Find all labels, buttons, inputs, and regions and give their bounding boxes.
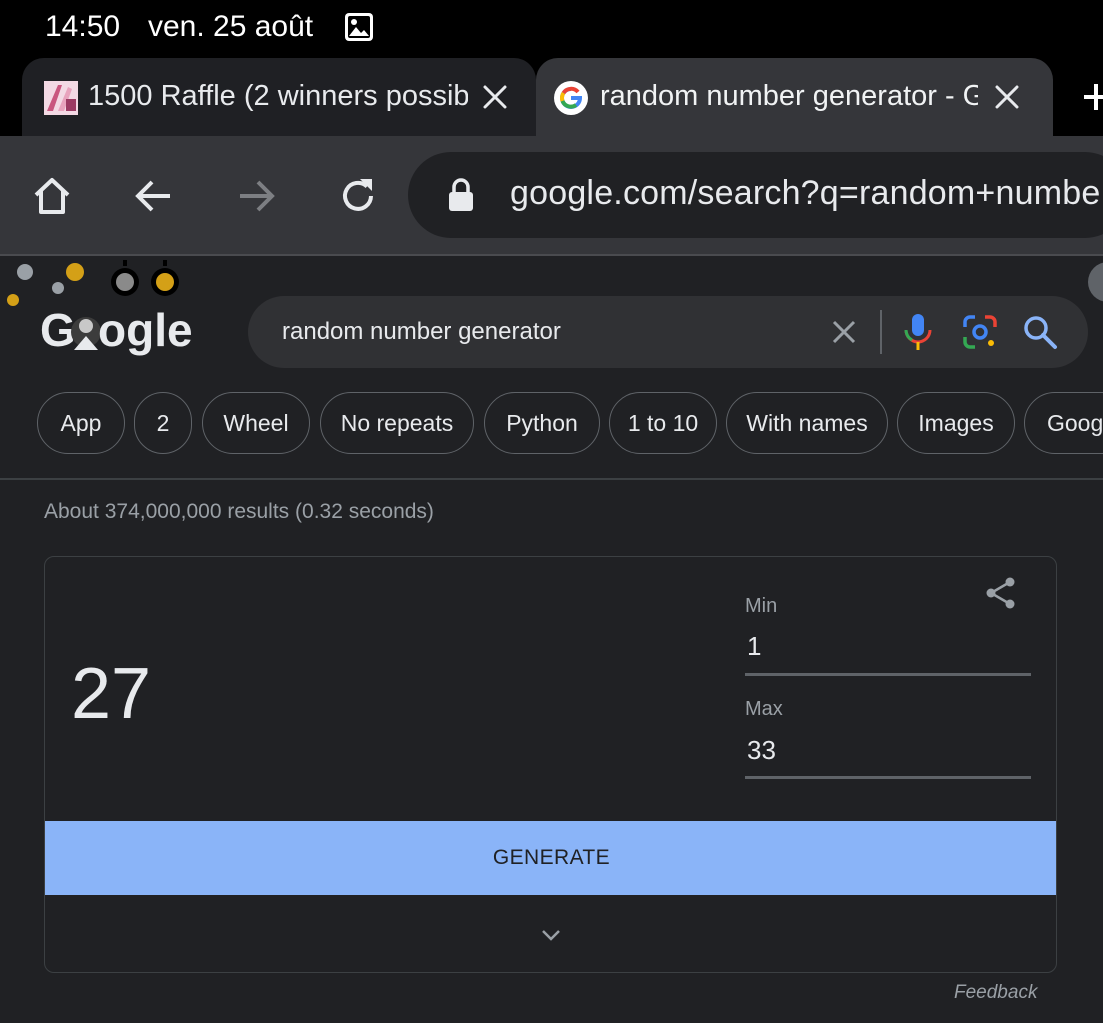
avatar[interactable] [1088, 262, 1103, 302]
max-underline [745, 776, 1031, 779]
min-label: Min [745, 595, 778, 617]
tab-strip: 1500 Raffle (2 winners possib random num… [0, 56, 1103, 136]
search-icon[interactable] [1022, 314, 1058, 350]
url-text[interactable]: google.com/search?q=random+numbe [510, 174, 1100, 213]
chip-images[interactable]: Images [897, 392, 1015, 454]
random-number-card: 27 Min 1 Max 33 GENERATE [44, 556, 1057, 973]
chip-2[interactable]: 2 [134, 392, 192, 454]
chip-1-to-10[interactable]: 1 to 10 [609, 392, 717, 454]
status-bar: 14:50 ven. 25 août [0, 0, 1103, 56]
lens-camera-icon[interactable] [962, 314, 998, 350]
arrow-forward-icon[interactable] [234, 174, 278, 218]
chip-wheel[interactable]: Wheel [202, 392, 310, 454]
max-label: Max [745, 698, 783, 720]
status-date: ven. 25 août [148, 10, 314, 43]
new-tab-plus-icon[interactable] [1080, 78, 1103, 116]
microphone-icon[interactable] [900, 312, 936, 352]
clear-icon[interactable] [828, 316, 860, 348]
svg-text:G: G [40, 304, 76, 356]
tab-google-search[interactable]: random number generator - G [536, 58, 1053, 136]
min-input[interactable]: 1 [747, 631, 1027, 662]
arrow-back-icon[interactable] [132, 174, 176, 218]
tab-title: 1500 Raffle (2 winners possib [88, 80, 468, 112]
close-icon[interactable] [992, 82, 1022, 112]
svg-text:ogle: ogle [98, 304, 193, 356]
min-underline [745, 673, 1031, 676]
reload-icon[interactable] [336, 174, 380, 218]
feedback-link[interactable]: Feedback [954, 982, 1037, 1004]
close-icon[interactable] [480, 82, 510, 112]
share-icon[interactable] [983, 575, 1019, 611]
generate-button[interactable]: GENERATE [45, 821, 1056, 895]
google-doodle-logo[interactable]: G ogle [0, 258, 200, 368]
max-input[interactable]: 33 [747, 735, 1027, 766]
random-number-result: 27 [71, 654, 152, 734]
chip-with-names[interactable]: With names [726, 392, 888, 454]
search-input[interactable]: random number generator [282, 318, 561, 346]
divider [0, 478, 1103, 480]
chip-no-repeats[interactable]: No repeats [320, 392, 474, 454]
tab-title: random number generator - G [600, 80, 978, 112]
chip-app[interactable]: App [37, 392, 125, 454]
chip-google[interactable]: Goog [1024, 392, 1103, 454]
home-icon[interactable] [30, 174, 74, 218]
results-count: About 374,000,000 results (0.32 seconds) [44, 500, 434, 523]
pink-thumbnail-icon [44, 81, 78, 115]
search-chips: App 2 Wheel No repeats Python 1 to 10 Wi… [0, 392, 1103, 456]
chevron-down-icon[interactable] [537, 921, 565, 949]
chip-python[interactable]: Python [484, 392, 600, 454]
address-bar[interactable]: google.com/search?q=random+numbe [408, 152, 1103, 238]
google-results-page: G ogle random number generator App 2 Whe… [0, 258, 1103, 1023]
browser-toolbar: google.com/search?q=random+numbe [0, 136, 1103, 256]
google-g-icon [554, 81, 588, 115]
status-time: 14:50 [45, 10, 121, 43]
search-divider [880, 310, 882, 354]
search-box[interactable]: random number generator [248, 296, 1088, 368]
image-icon [345, 13, 373, 41]
lock-icon[interactable] [448, 178, 474, 212]
tab-raffle[interactable]: 1500 Raffle (2 winners possib [22, 58, 536, 136]
